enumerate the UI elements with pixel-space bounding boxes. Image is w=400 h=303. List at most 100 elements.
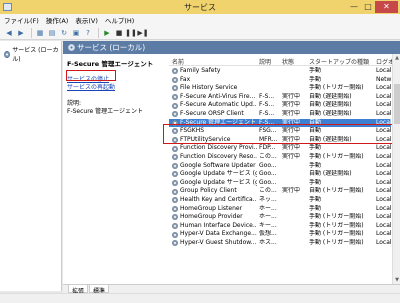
tree-item-services-local[interactable]: サービス (ローカル) [4, 45, 61, 63]
scroll-down-arrow-icon[interactable]: ▼ [393, 276, 400, 284]
table-row[interactable]: F-Secure Automatic Upd... F-S... 実行中 自動 (遅延… [169, 101, 392, 110]
service-status-cell: 実行中 [282, 144, 301, 152]
properties-icon[interactable]: ▤ [47, 28, 57, 38]
service-startup-type-cell: 手動 (トリガー開始) [309, 84, 364, 92]
service-startup-type-cell: 手動 (トリガー開始) [309, 153, 364, 160]
service-description-cell: F-S... [259, 110, 275, 117]
service-name-text: Family Safety [180, 67, 221, 74]
table-row[interactable]: Group Policy Client この... 実行中 自動 (トリガー開始) Lo… [169, 187, 392, 196]
table-row[interactable]: Google Software Updater Goo... 手動 Local [169, 161, 392, 171]
table-row[interactable]: Human Interface Device... キー... 手動 (トリガー開始… [169, 221, 392, 231]
table-row[interactable]: F-Secure ORSP Client F-S... 実行中 自動 (遅延開始) Lo… [169, 110, 392, 119]
table-row[interactable]: Function Discovery Reso... この... 実行中 手動 (トリ… [169, 153, 392, 162]
service-description-cell: ネッ... [259, 196, 277, 203]
service-description-cell: キー... [259, 221, 277, 229]
menu-file[interactable]: ファイル(F) [4, 15, 39, 25]
menu-help[interactable]: ヘルプ(H) [105, 15, 134, 25]
tab-standard[interactable]: 標準 [89, 285, 110, 295]
service-name-cell: File History Service [172, 84, 257, 93]
table-row[interactable]: Google Update サービス (gu...Goo...手動Local [169, 178, 392, 188]
refresh-icon[interactable]: ↻ [59, 28, 69, 38]
service-gear-icon [172, 102, 178, 109]
status-bar [0, 293, 400, 303]
service-gear-icon [172, 214, 178, 221]
table-row[interactable]: File History Service 手動 (トリガー開始) Local [169, 84, 392, 93]
pause-service-icon[interactable]: ❚❚ [125, 28, 137, 38]
menu-bar: ファイル(F) 操作(A) 表示(V) ヘルプ(H) [0, 14, 400, 26]
service-name-text: Google Update サービス (gu... [180, 178, 257, 186]
table-row[interactable]: Fax 手動 Netw [169, 76, 391, 85]
service-name-text: Health Key and Certifica... [180, 196, 257, 203]
service-gear-icon [172, 197, 178, 204]
scroll-thumb[interactable] [394, 84, 400, 124]
table-row[interactable]: HomeGroup Provider ホー... 手動 (トリガー開始) Local [169, 213, 392, 222]
column-header-name[interactable]: 名前 [172, 57, 184, 66]
service-name-cell: Human Interface Device... [172, 222, 257, 231]
window-title: サービス [184, 3, 216, 12]
service-description-cell: Goo... [259, 161, 277, 169]
service-description-cell: この... [259, 187, 277, 195]
vertical-scrollbar[interactable]: ▲ ▼ [392, 54, 400, 284]
column-header-startup-type[interactable]: スタートアップの種類 [309, 57, 369, 66]
service-status-cell: 実行中 [282, 110, 301, 117]
table-row[interactable]: Health Key and Certifica... ネッ... 手動 Local [169, 196, 392, 205]
service-name-cell: HomeGroup Provider [172, 213, 257, 222]
show-hide-tree-icon[interactable]: ▦ [35, 28, 45, 38]
service-startup-type-cell: 自動 (遅延開始) [309, 92, 352, 100]
service-gear-icon [172, 162, 178, 169]
service-description-cell: Goo... [259, 170, 277, 178]
console-tree: サービス (ローカル) [0, 41, 62, 291]
gear-icon [4, 50, 11, 58]
service-name-text: File History Service [180, 84, 238, 92]
stop-service-icon[interactable]: ■ [114, 28, 124, 38]
service-name-cell: Fax [172, 76, 257, 85]
forward-arrow-icon[interactable]: ▶ [16, 28, 26, 38]
service-name-text: Fax [180, 75, 191, 83]
maximize-button[interactable]: □ [361, 1, 375, 13]
table-row[interactable]: Google Update サービス (gu...Goo... 自動 (遅延開始)… [169, 170, 392, 179]
menu-view[interactable]: 表示(V) [75, 15, 98, 25]
column-header-description[interactable]: 説明 [259, 57, 271, 66]
service-name-cell: F-Secure Automatic Upd... [172, 101, 257, 110]
back-arrow-icon[interactable]: ◀ [4, 28, 14, 38]
column-header-status[interactable]: 状態 [282, 57, 294, 66]
export-list-icon[interactable]: ▣ [71, 28, 81, 38]
services-window: サービス — □ ✕ ファイル(F) 操作(A) 表示(V) ヘルプ(H) ◀ … [0, 0, 400, 303]
list-header: 名前 説明 状態 スタートアップの種類 ログオン [169, 54, 400, 66]
table-row[interactable]: Family Safety 手動 Local [169, 67, 392, 76]
service-detail-title: F-Secure 管理エージェント [67, 60, 154, 68]
minimize-button[interactable]: — [347, 1, 361, 13]
table-row[interactable]: F-Secure Anti-Virus Fire... F-S... 実行中 自動 (… [169, 92, 392, 102]
scroll-up-arrow-icon[interactable]: ▲ [393, 54, 400, 62]
service-startup-type-cell: 自動 (遅延開始) [309, 170, 352, 178]
service-name-cell: Function Discovery Provi... [172, 144, 257, 153]
table-row[interactable]: Function Discovery Provi... FDP... 実行中 手動 Lo… [169, 144, 392, 153]
service-name-text: HomeGroup Provider [180, 213, 243, 221]
service-name-text: Function Discovery Provi... [180, 144, 257, 152]
tab-extended[interactable]: 拡張 [68, 285, 89, 295]
table-row[interactable]: Hyper-V Guest Shutdow... ホス... 手動 (トリガー開始)… [169, 239, 392, 248]
service-gear-icon [172, 85, 178, 92]
close-button[interactable]: ✕ [375, 1, 398, 13]
service-startup-type-cell: 手動 (トリガー開始) [309, 221, 364, 229]
service-startup-type-cell: 手動 [309, 144, 322, 152]
menu-action[interactable]: 操作(A) [46, 15, 69, 25]
service-name-cell: F-Secure Anti-Virus Fire... [172, 93, 257, 102]
start-service-icon[interactable]: ▶ [102, 28, 112, 38]
service-name-text: Google Update サービス (gu... [180, 170, 257, 178]
restart-service-icon[interactable]: ▶❚ [137, 28, 148, 38]
service-gear-icon [172, 180, 178, 187]
service-startup-type-cell: 手動 (トリガー開始) [309, 230, 364, 238]
service-description-cell: F-S... [259, 101, 275, 109]
service-name-cell: Google Update サービス (gu... [172, 170, 257, 179]
restart-service-link[interactable]: サービスの再起動 [67, 82, 115, 91]
service-name-cell: Family Safety [172, 67, 257, 76]
service-status-cell: 実行中 [282, 101, 301, 109]
service-name-cell: HomeGroup Listener [172, 205, 257, 214]
service-startup-type-cell: 手動 [309, 161, 322, 169]
service-startup-type-cell: 自動 (遅延開始) [309, 110, 352, 117]
service-description-cell: FDP... [259, 144, 276, 152]
help-icon[interactable]: ? [83, 28, 93, 38]
table-row[interactable]: Hyper-V Data Exchange... 仮想... 手動 (トリガー開始)… [169, 230, 392, 239]
table-row[interactable]: HomeGroup Listener ホー... 手動 Local [169, 205, 392, 214]
